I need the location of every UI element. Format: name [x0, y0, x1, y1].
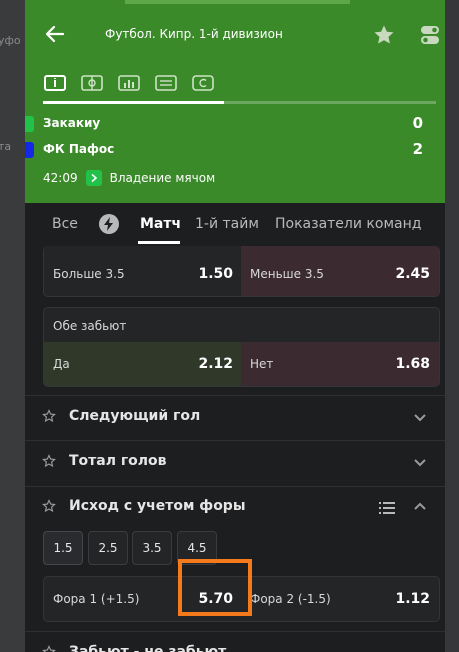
tab-match[interactable]: Матч: [140, 216, 181, 232]
yes-odds-cell[interactable]: Да 2.12: [44, 342, 241, 386]
star-outline-icon[interactable]: [42, 645, 56, 652]
section-title: Забьют - не забьют: [69, 644, 227, 652]
odds-value: 1.50: [198, 266, 233, 282]
match-status: 42:09 Владение мячом: [43, 170, 215, 186]
team-name: ФК Пафос: [43, 142, 115, 156]
section-title: Исход с учетом форы: [69, 498, 246, 514]
team-color-bar: [25, 116, 34, 132]
chevron-up-icon: [414, 502, 426, 510]
section-total-goals[interactable]: Тотал голов: [25, 441, 445, 485]
active-tab-indicator: [138, 241, 180, 244]
settings-toggle-icon[interactable]: [418, 23, 442, 47]
header-top-line: [125, 0, 350, 4]
background-page-strip-right: [445, 0, 459, 652]
odds-label: Больше 3.5: [53, 267, 125, 281]
totals-market: Больше 3.5 1.50 Меньше 3.5 2.45: [43, 246, 440, 297]
tab-team-stats[interactable]: Показатели команд: [275, 216, 421, 232]
team-score: 2: [412, 140, 423, 158]
star-outline-icon[interactable]: [42, 499, 56, 513]
under-odds-cell[interactable]: Меньше 3.5 2.45: [241, 246, 439, 296]
handicap-option[interactable]: 2.5: [88, 531, 128, 565]
background-text: та: [0, 140, 12, 153]
odds-label: Фора 2 (-1.5): [250, 592, 331, 606]
field-icon[interactable]: [80, 74, 104, 92]
market-title: Обе забьют: [53, 319, 127, 333]
events-icon[interactable]: [191, 74, 215, 92]
lightning-icon[interactable]: [99, 214, 119, 234]
no-odds-cell[interactable]: Нет 1.68: [241, 342, 439, 386]
back-arrow-icon[interactable]: [43, 22, 67, 46]
list-icon[interactable]: [379, 501, 395, 515]
odds-label: Нет: [250, 357, 274, 371]
both-score-market: Обе забьют Да 2.12 Нет 1.68: [43, 307, 440, 387]
odds-value: 1.12: [395, 591, 430, 607]
over-odds-cell[interactable]: Больше 3.5 1.50: [44, 246, 241, 296]
match-panel: Футбол. Кипр. 1-й дивизион Закакиу 0 ФК …: [25, 0, 445, 652]
handicap-option[interactable]: 3.5: [132, 531, 172, 565]
match-status-text: Владение мячом: [109, 171, 216, 185]
tab-first-half[interactable]: 1-й тайм: [195, 216, 259, 232]
match-time: 42:09: [43, 171, 78, 185]
chevron-down-icon: [414, 414, 426, 422]
match-header: Футбол. Кипр. 1-й дивизион Закакиу 0 ФК …: [25, 0, 445, 203]
lineup-icon[interactable]: [154, 74, 178, 92]
star-outline-icon[interactable]: [42, 409, 56, 423]
section-title: Тотал голов: [69, 453, 167, 469]
odds-value: 1.68: [395, 356, 430, 372]
scoreboard-icon[interactable]: [43, 74, 67, 92]
view-tabs: [43, 74, 215, 92]
category-tabs: Все Матч 1-й тайм Показатели команд: [25, 203, 445, 245]
odds-value: 2.12: [198, 356, 233, 372]
star-outline-icon[interactable]: [42, 454, 56, 468]
section-next[interactable]: Забьют - не забьют: [25, 632, 445, 652]
odds-label: Фора 1 (+1.5): [53, 592, 140, 606]
possession-icon: [85, 170, 102, 186]
odds-value: 2.45: [395, 266, 430, 282]
handicap-2-odds-cell[interactable]: Фора 2 (-1.5) 1.12: [241, 577, 439, 621]
section-handicap[interactable]: Исход с учетом форы: [25, 486, 445, 530]
odds-label: Да: [53, 357, 70, 371]
stats-icon[interactable]: [117, 74, 141, 92]
odds-label: Меньше 3.5: [250, 267, 324, 281]
section-next-goal[interactable]: Следующий гол: [25, 396, 445, 440]
team-score: 0: [412, 114, 423, 132]
team-name: Закакиу: [43, 116, 101, 130]
team-row-home: Закакиу 0: [25, 113, 445, 135]
progress-fill: [43, 101, 224, 104]
handicap-option[interactable]: 1.5: [43, 531, 83, 565]
chevron-down-icon: [414, 459, 426, 467]
section-title: Следующий гол: [69, 408, 201, 424]
tab-all[interactable]: Все: [52, 216, 78, 232]
team-color-bar: [25, 142, 34, 158]
favorite-star-icon[interactable]: [372, 23, 396, 47]
page-title: Футбол. Кипр. 1-й дивизион: [105, 27, 283, 41]
view-tab-progress: [43, 101, 436, 104]
team-row-away: ФК Пафос 2: [25, 139, 445, 161]
background-page-strip: уфо та: [0, 0, 25, 652]
background-text: уфо: [0, 34, 21, 47]
highlight-box: [178, 559, 252, 616]
